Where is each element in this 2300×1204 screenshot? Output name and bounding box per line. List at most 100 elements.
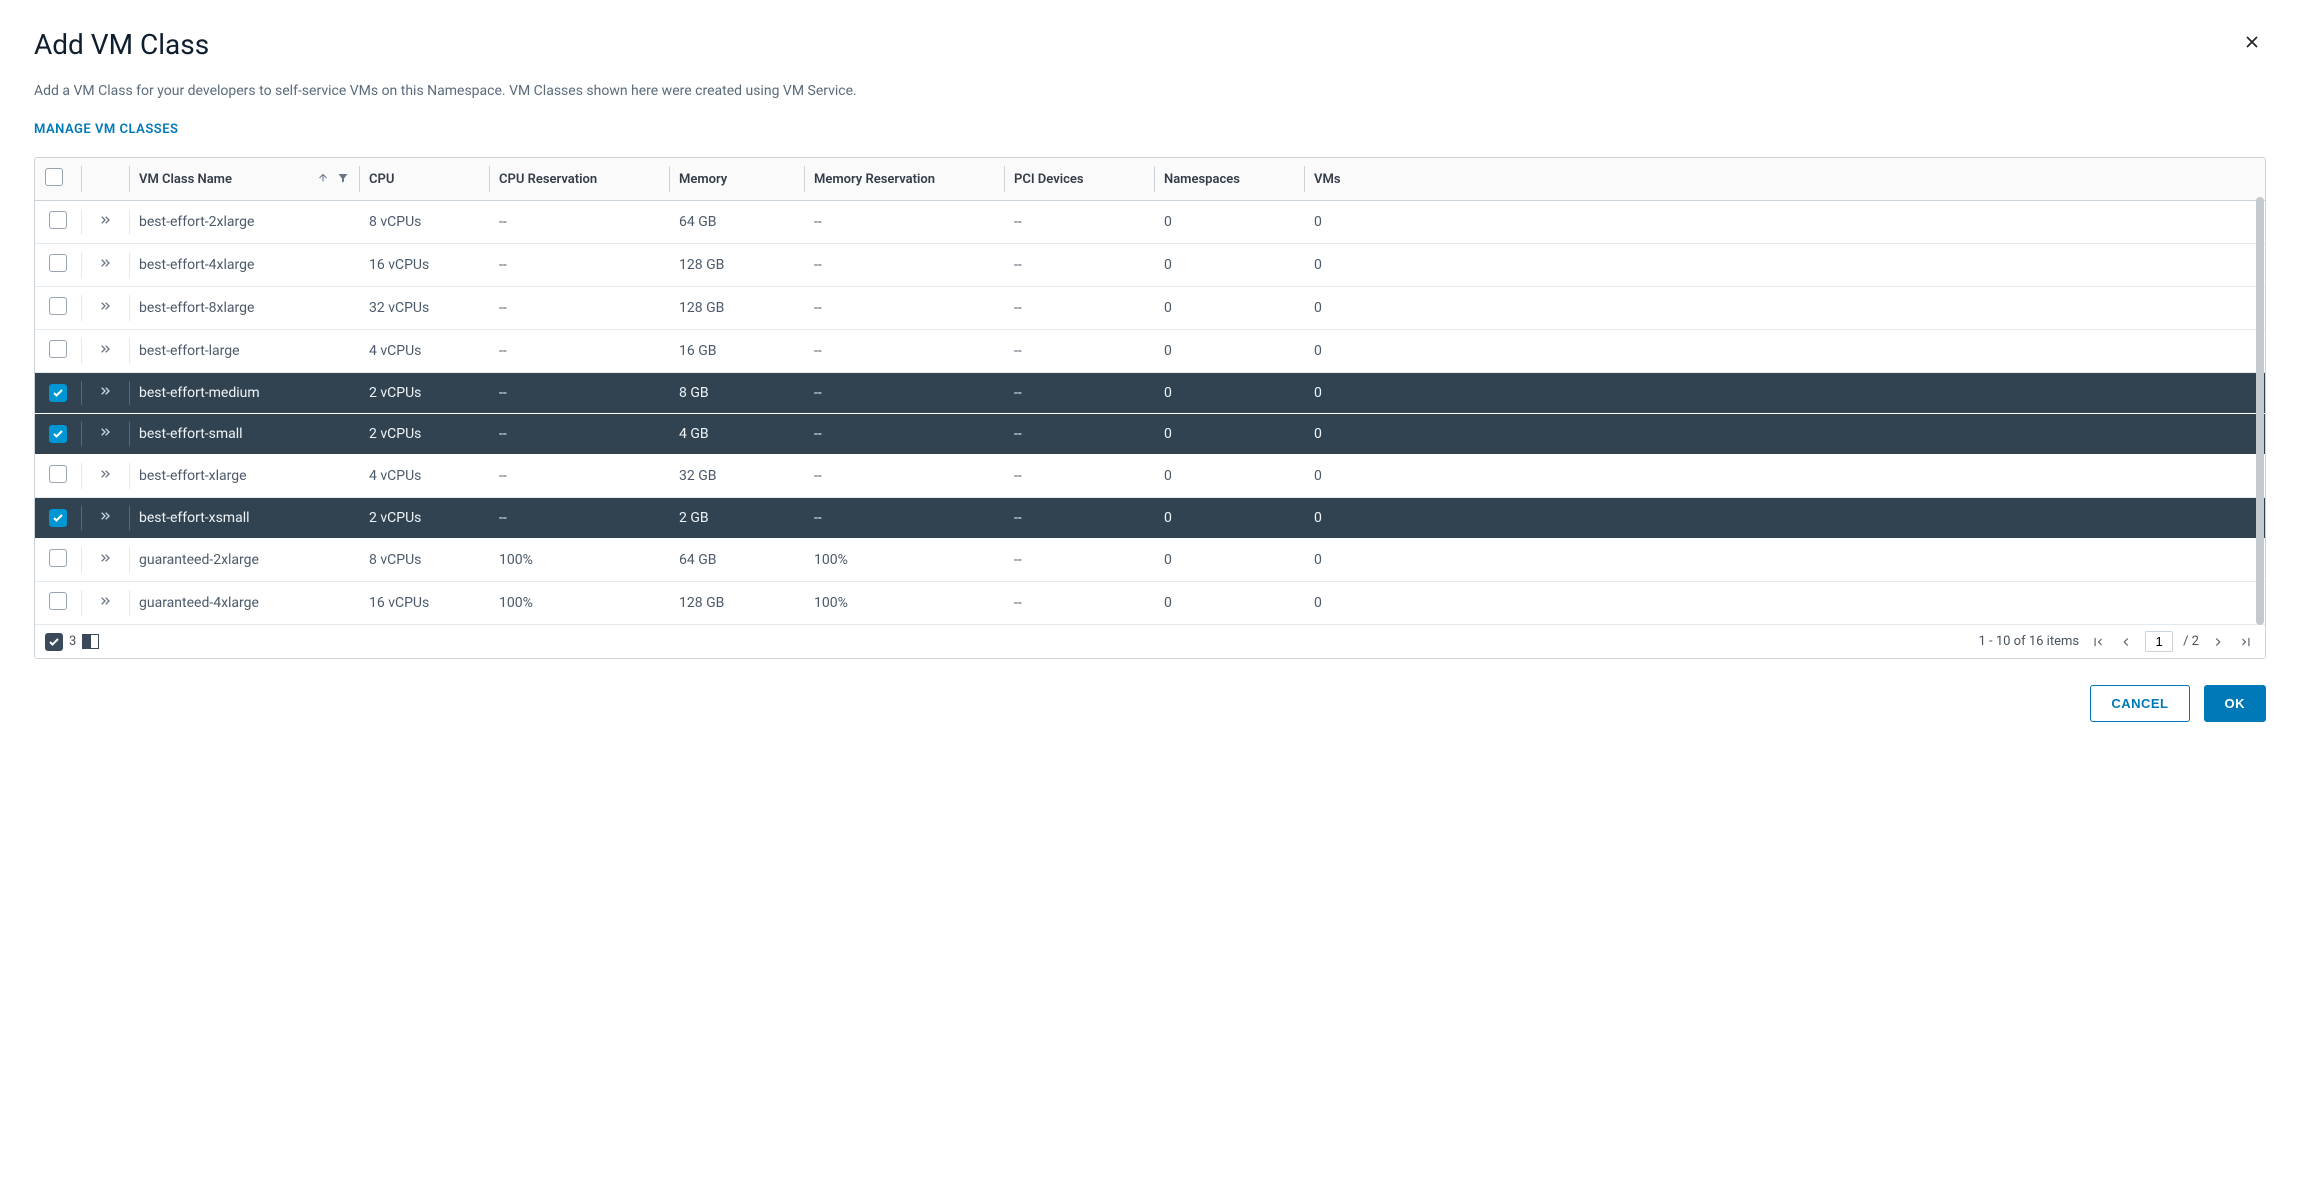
row-checkbox[interactable] bbox=[49, 297, 67, 315]
cancel-button[interactable]: CANCEL bbox=[2090, 685, 2189, 722]
next-page-button[interactable] bbox=[2209, 633, 2227, 651]
scrollbar[interactable] bbox=[2256, 197, 2264, 625]
cell-vms: 0 bbox=[1314, 257, 1322, 273]
prev-page-button[interactable] bbox=[2117, 633, 2135, 651]
row-checkbox[interactable] bbox=[49, 254, 67, 272]
expand-row-icon[interactable] bbox=[97, 259, 113, 275]
cell-cpu: 4 vCPUs bbox=[369, 468, 421, 484]
cell-namespaces: 0 bbox=[1164, 300, 1172, 316]
filter-icon[interactable] bbox=[337, 172, 349, 184]
cell-cpu-reservation: -- bbox=[499, 257, 507, 273]
cell-namespaces: 0 bbox=[1164, 468, 1172, 484]
page-input[interactable] bbox=[2145, 631, 2173, 652]
cell-memory: 64 GB bbox=[679, 552, 716, 568]
table-header-row: VM Class Name CPU CPU Reservation Memory… bbox=[35, 158, 2265, 201]
header-pci-devices[interactable]: PCI Devices bbox=[1004, 158, 1154, 201]
close-button[interactable] bbox=[2238, 28, 2266, 59]
table-row[interactable]: guaranteed-2xlarge8 vCPUs100%64 GB100%--… bbox=[35, 539, 2265, 582]
column-toggle-icon[interactable] bbox=[82, 634, 99, 649]
cell-name: best-effort-large bbox=[139, 343, 240, 359]
header-cpu-reservation[interactable]: CPU Reservation bbox=[489, 158, 669, 201]
row-checkbox[interactable] bbox=[49, 425, 67, 443]
cell-cpu: 8 vCPUs bbox=[369, 214, 421, 230]
sort-asc-icon[interactable] bbox=[317, 172, 329, 184]
header-memory[interactable]: Memory bbox=[669, 158, 804, 201]
expand-row-icon[interactable] bbox=[97, 512, 113, 528]
cell-pci: -- bbox=[1014, 300, 1022, 316]
select-all-checkbox[interactable] bbox=[45, 168, 63, 186]
table-row[interactable]: best-effort-xlarge4 vCPUs--32 GB----00 bbox=[35, 455, 2265, 498]
cell-cpu-reservation: -- bbox=[499, 426, 507, 442]
row-checkbox[interactable] bbox=[49, 384, 67, 402]
ok-button[interactable]: OK bbox=[2204, 685, 2267, 722]
cell-name: best-effort-small bbox=[139, 426, 243, 442]
cell-namespaces: 0 bbox=[1164, 552, 1172, 568]
expand-row-icon[interactable] bbox=[97, 302, 113, 318]
selected-count: 3 bbox=[69, 634, 76, 649]
table-row[interactable]: best-effort-xsmall2 vCPUs--2 GB----00 bbox=[35, 498, 2265, 539]
cell-cpu: 16 vCPUs bbox=[369, 257, 429, 273]
header-select-all[interactable] bbox=[35, 158, 81, 201]
selection-indicator[interactable] bbox=[45, 633, 63, 651]
cell-name: best-effort-medium bbox=[139, 385, 260, 401]
table-row[interactable]: best-effort-8xlarge32 vCPUs--128 GB----0… bbox=[35, 287, 2265, 330]
cell-namespaces: 0 bbox=[1164, 510, 1172, 526]
cell-memory-reservation: -- bbox=[814, 257, 822, 273]
last-page-icon bbox=[2239, 635, 2253, 649]
grid-footer: 3 1 - 10 of 16 items / 2 bbox=[35, 625, 2265, 658]
cell-namespaces: 0 bbox=[1164, 595, 1172, 611]
table-row[interactable]: best-effort-medium2 vCPUs--8 GB----00 bbox=[35, 373, 2265, 414]
table-row[interactable]: guaranteed-4xlarge16 vCPUs100%128 GB100%… bbox=[35, 582, 2265, 625]
expand-row-icon[interactable] bbox=[97, 428, 113, 444]
row-checkbox[interactable] bbox=[49, 549, 67, 567]
cell-cpu-reservation: -- bbox=[499, 300, 507, 316]
table-row[interactable]: best-effort-4xlarge16 vCPUs--128 GB----0… bbox=[35, 244, 2265, 287]
table-row[interactable]: best-effort-2xlarge8 vCPUs--64 GB----00 bbox=[35, 201, 2265, 244]
cell-vms: 0 bbox=[1314, 595, 1322, 611]
header-namespaces[interactable]: Namespaces bbox=[1154, 158, 1304, 201]
header-vms[interactable]: VMs bbox=[1304, 158, 2265, 201]
header-memory-reservation[interactable]: Memory Reservation bbox=[804, 158, 1004, 201]
row-checkbox[interactable] bbox=[49, 211, 67, 229]
expand-row-icon[interactable] bbox=[97, 554, 113, 570]
row-checkbox[interactable] bbox=[49, 465, 67, 483]
header-name[interactable]: VM Class Name bbox=[129, 158, 359, 201]
expand-row-icon[interactable] bbox=[97, 387, 113, 403]
row-checkbox[interactable] bbox=[49, 340, 67, 358]
cell-memory-reservation: -- bbox=[814, 510, 822, 526]
cell-memory: 4 GB bbox=[679, 426, 709, 442]
cell-memory: 128 GB bbox=[679, 300, 724, 316]
cell-cpu-reservation: 100% bbox=[499, 552, 533, 568]
cell-cpu-reservation: -- bbox=[499, 385, 507, 401]
cell-pci: -- bbox=[1014, 510, 1022, 526]
first-page-button[interactable] bbox=[2089, 633, 2107, 651]
cell-name: best-effort-xlarge bbox=[139, 468, 247, 484]
expand-row-icon[interactable] bbox=[97, 597, 113, 613]
cell-vms: 0 bbox=[1314, 426, 1322, 442]
cell-memory-reservation: -- bbox=[814, 214, 822, 230]
cell-memory-reservation: 100% bbox=[814, 595, 848, 611]
header-name-label: VM Class Name bbox=[139, 172, 232, 187]
header-cpu[interactable]: CPU bbox=[359, 158, 489, 201]
cell-vms: 0 bbox=[1314, 214, 1322, 230]
manage-vm-classes-link[interactable]: MANAGE VM CLASSES bbox=[34, 122, 179, 137]
last-page-button[interactable] bbox=[2237, 633, 2255, 651]
chevron-left-icon bbox=[2119, 635, 2133, 649]
row-checkbox[interactable] bbox=[49, 592, 67, 610]
cell-memory: 128 GB bbox=[679, 257, 724, 273]
table-row[interactable]: best-effort-large4 vCPUs--16 GB----00 bbox=[35, 330, 2265, 373]
cell-cpu: 2 vCPUs bbox=[369, 510, 421, 526]
expand-row-icon[interactable] bbox=[97, 345, 113, 361]
cell-cpu: 4 vCPUs bbox=[369, 343, 421, 359]
cell-namespaces: 0 bbox=[1164, 257, 1172, 273]
modal-description: Add a VM Class for your developers to se… bbox=[34, 83, 2266, 99]
cell-pci: -- bbox=[1014, 257, 1022, 273]
table-row[interactable]: best-effort-small2 vCPUs--4 GB----00 bbox=[35, 414, 2265, 455]
expand-row-icon[interactable] bbox=[97, 470, 113, 486]
expand-row-icon[interactable] bbox=[97, 216, 113, 232]
cell-memory: 128 GB bbox=[679, 595, 724, 611]
row-checkbox[interactable] bbox=[49, 509, 67, 527]
cell-memory: 8 GB bbox=[679, 385, 709, 401]
cell-cpu-reservation: 100% bbox=[499, 595, 533, 611]
cell-name: guaranteed-2xlarge bbox=[139, 552, 259, 568]
